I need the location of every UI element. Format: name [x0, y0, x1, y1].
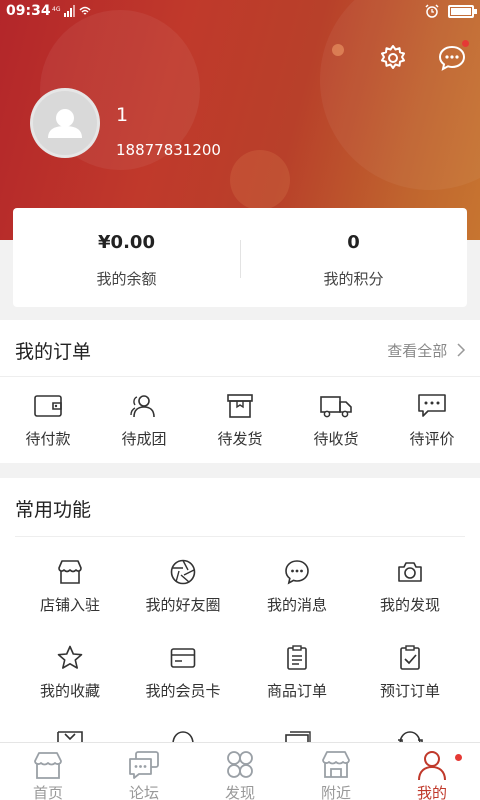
camera-icon: [398, 562, 422, 582]
tab-label: 首页: [32, 784, 63, 800]
star-icon: [57, 645, 83, 669]
forum-icon: [129, 751, 159, 779]
profile-header: 09:34 4G 1 18877831200: [0, 0, 480, 240]
wallet-icon: [34, 395, 62, 417]
status-time: 09:34: [6, 3, 51, 19]
points-value: 0: [347, 232, 360, 253]
points-block[interactable]: 0 我的积分: [240, 208, 467, 307]
tab-label: 我的: [416, 784, 447, 800]
header-decoration: [230, 150, 290, 210]
username: 1: [116, 104, 129, 126]
order-item-label: 待成团: [121, 430, 167, 448]
function-label: 我的收藏: [39, 682, 100, 700]
order-item-label: 待收货: [313, 430, 359, 448]
function-product-orders[interactable]: 商品订单: [237, 644, 357, 701]
avatar[interactable]: [30, 88, 100, 158]
svg-text:4G: 4G: [52, 6, 61, 13]
order-item-pending-receipt[interactable]: 待收货: [288, 392, 384, 449]
account-card: ¥0.00 我的余额 0 我的积分: [13, 208, 467, 307]
alarm-icon: [425, 4, 439, 18]
status-bar: 09:34 4G: [0, 0, 480, 24]
tab-mine[interactable]: 我的: [384, 743, 480, 800]
comment-icon: [418, 394, 446, 417]
order-item-pending-group[interactable]: 待成团: [96, 392, 192, 449]
store-icon: [58, 560, 82, 584]
header-decoration: [320, 0, 480, 190]
balance-label: 我的余额: [96, 270, 157, 288]
home-icon: [34, 752, 62, 779]
order-item-pending-payment[interactable]: 待付款: [0, 392, 96, 449]
points-label: 我的积分: [323, 270, 384, 288]
orders-title: 我的订单: [15, 341, 92, 363]
user-placeholder-icon: [48, 109, 82, 138]
box-icon: [227, 394, 253, 418]
tab-nearby[interactable]: 附近: [288, 743, 384, 800]
clipboard-check-icon: [400, 645, 420, 670]
aperture-icon: [170, 559, 196, 585]
function-discover[interactable]: 我的发现: [350, 558, 470, 615]
function-store-signup[interactable]: 店铺入驻: [10, 558, 130, 615]
balance-block[interactable]: ¥0.00 我的余额: [13, 208, 240, 307]
signal-icon: 4G: [52, 4, 92, 22]
function-label: 我的消息: [266, 596, 327, 614]
order-item-label: 待发货: [217, 430, 263, 448]
orders-section: 我的订单 查看全部 待付款 待成团 待发货 待收货 待评价: [0, 320, 480, 463]
header-decoration: [332, 44, 344, 56]
function-label: 预订订单: [379, 682, 440, 700]
nearby-icon: [322, 751, 350, 778]
function-reservation-orders[interactable]: 预订订单: [350, 644, 470, 701]
order-item-pending-shipment[interactable]: 待发货: [192, 392, 288, 449]
function-label: 商品订单: [266, 682, 327, 700]
view-all-label: 查看全部: [387, 342, 448, 360]
divider: [15, 536, 465, 537]
function-label: 我的发现: [379, 596, 440, 614]
function-label: 我的会员卡: [145, 682, 221, 700]
tab-discover[interactable]: 发现: [192, 743, 288, 800]
view-all-orders-link[interactable]: 查看全部: [387, 340, 466, 361]
tab-badge: [455, 754, 462, 761]
tab-home[interactable]: 首页: [0, 743, 96, 800]
phone-number: 18877831200: [116, 141, 221, 159]
functions-section: 常用功能 店铺入驻 我的好友圈 我的消息 我的发现 我的收藏 我的会员卡 商品订…: [0, 478, 480, 744]
divider: [0, 376, 480, 377]
settings-button[interactable]: [377, 42, 409, 74]
order-item-label: 待评价: [409, 430, 455, 448]
tab-forum[interactable]: 论坛: [96, 743, 192, 800]
messages-button[interactable]: [436, 40, 469, 74]
message-icon: [285, 560, 309, 585]
function-label: 店铺入驻: [39, 596, 100, 614]
function-messages[interactable]: 我的消息: [237, 558, 357, 615]
chevron-right-icon: [457, 343, 466, 357]
function-friends-circle[interactable]: 我的好友圈: [123, 558, 243, 615]
function-favorites[interactable]: 我的收藏: [10, 644, 130, 701]
unread-badge: [462, 40, 469, 47]
tab-label: 论坛: [128, 784, 159, 800]
gear-icon: [381, 45, 405, 69]
tab-label: 发现: [224, 784, 255, 800]
function-label: 我的好友圈: [145, 596, 221, 614]
group-icon: [130, 395, 155, 418]
battery-icon: [448, 4, 477, 18]
clipboard-icon: [287, 645, 307, 670]
order-item-pending-review[interactable]: 待评价: [384, 392, 480, 449]
discover-icon: [227, 751, 253, 778]
order-item-label: 待付款: [25, 430, 71, 448]
function-member-card[interactable]: 我的会员卡: [123, 644, 243, 701]
functions-title: 常用功能: [15, 499, 92, 521]
chat-icon: [438, 45, 466, 71]
truck-icon: [320, 396, 352, 418]
tab-label: 附近: [320, 784, 351, 800]
balance-value: ¥0.00: [98, 232, 155, 253]
bottom-tab-bar: 首页 论坛 发现 附近 我的: [0, 742, 480, 800]
user-icon: [418, 751, 446, 781]
card-icon: [170, 648, 196, 668]
